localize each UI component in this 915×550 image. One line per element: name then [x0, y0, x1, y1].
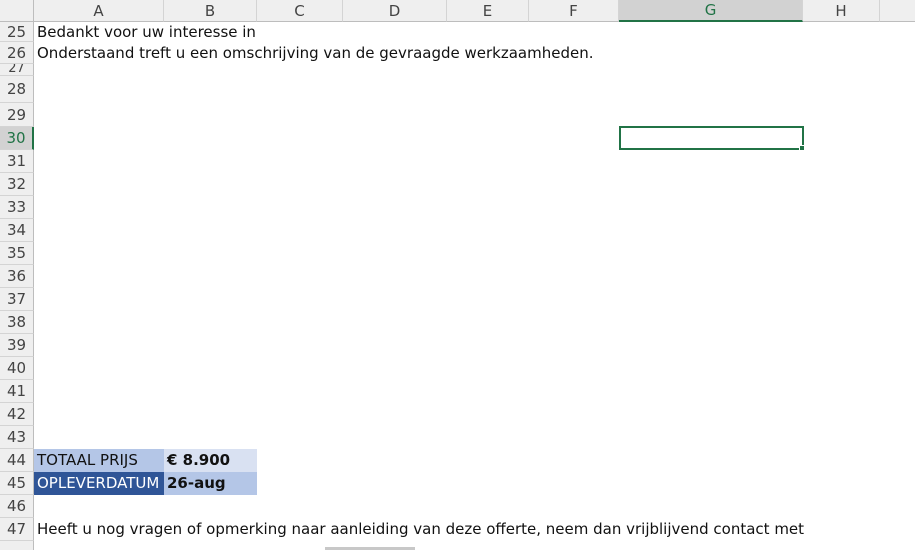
row-header-31[interactable]: 31 [0, 150, 34, 173]
cell-b44-totaal-prijs-value[interactable]: € 8.900 [164, 449, 257, 472]
cell-a45-opleverdatum-label[interactable]: OPLEVERDATUM [34, 472, 164, 495]
column-header-g[interactable]: G [619, 0, 803, 22]
row-header-41[interactable]: 41 [0, 380, 34, 403]
row-header-36[interactable]: 36 [0, 265, 34, 288]
row-header-39[interactable]: 39 [0, 334, 34, 357]
row-header-34[interactable]: 34 [0, 219, 34, 242]
row-header-30[interactable]: 30 [0, 127, 34, 150]
row-header-29[interactable]: 29 [0, 103, 34, 127]
fill-handle[interactable] [799, 145, 805, 151]
row-header-27[interactable]: 27 [0, 64, 34, 76]
column-header-next[interactable] [880, 0, 915, 22]
row-header-42[interactable]: 42 [0, 403, 34, 426]
cell-a47[interactable]: Heeft u nog vragen of opmerking naar aan… [37, 518, 804, 540]
cell-a44-totaal-prijs-label[interactable]: TOTAAL PRIJS [34, 449, 164, 472]
spreadsheet-grid[interactable]: A B C D E F G H 25 26 27 28 29 30 31 32 … [0, 0, 915, 550]
row-header-35[interactable]: 35 [0, 242, 34, 265]
cell-a25[interactable]: Bedankt voor uw interesse in [37, 21, 256, 43]
active-cell-g30[interactable] [619, 126, 804, 150]
row-header-43[interactable]: 43 [0, 426, 34, 449]
column-header-a[interactable]: A [34, 0, 164, 22]
row-header-47[interactable]: 47 [0, 518, 34, 541]
row-header-partial[interactable] [0, 541, 34, 550]
column-header-d[interactable]: D [343, 0, 447, 22]
row-header-37[interactable]: 37 [0, 288, 34, 311]
column-header-e[interactable]: E [447, 0, 529, 22]
column-header-h[interactable]: H [803, 0, 880, 22]
column-header-f[interactable]: F [529, 0, 619, 22]
select-all-corner[interactable] [0, 0, 34, 22]
row-header-44[interactable]: 44 [0, 449, 34, 472]
column-header-c[interactable]: C [257, 0, 343, 22]
row-header-28[interactable]: 28 [0, 76, 34, 103]
row-header-26[interactable]: 26 [0, 42, 34, 64]
row-header-25[interactable]: 25 [0, 22, 34, 42]
row-header-38[interactable]: 38 [0, 311, 34, 334]
row-header-45[interactable]: 45 [0, 472, 34, 495]
row-header-33[interactable]: 33 [0, 196, 34, 219]
row-header-40[interactable]: 40 [0, 357, 34, 380]
row-header-32[interactable]: 32 [0, 173, 34, 196]
cell-a26[interactable]: Onderstaand treft u een omschrijving van… [37, 42, 594, 64]
row-header-46[interactable]: 46 [0, 495, 34, 518]
column-header-b[interactable]: B [164, 0, 257, 22]
cell-b45-opleverdatum-value[interactable]: 26-aug [164, 472, 257, 495]
